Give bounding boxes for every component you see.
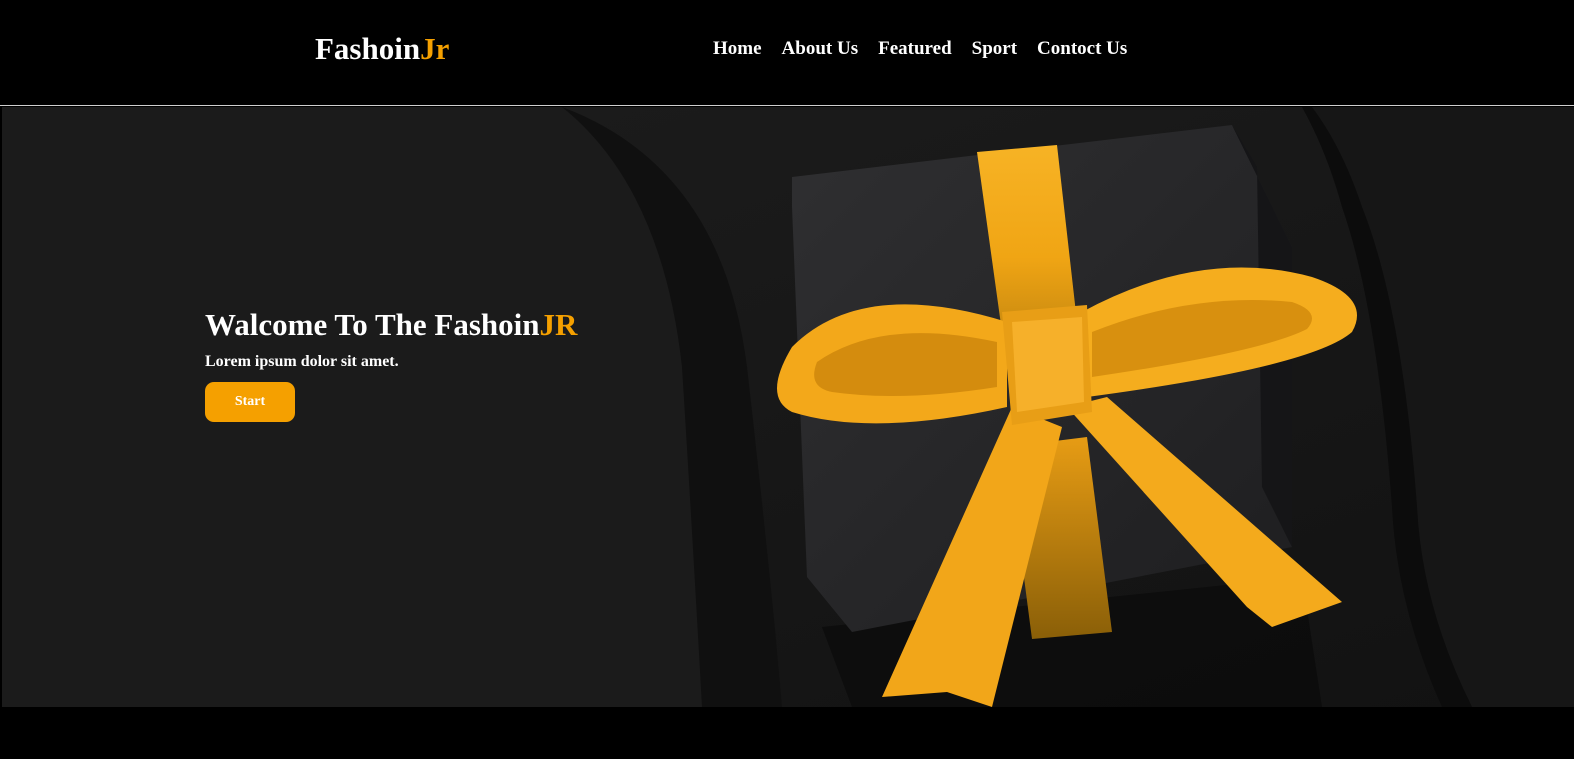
page: FashoinJr Home About Us Featured Sport C…	[0, 0, 1574, 759]
nav-link-contact-us[interactable]: Contoct Us	[1037, 36, 1127, 62]
site-logo[interactable]: FashoinJr	[315, 30, 449, 68]
main-nav: Home About Us Featured Sport Contoct Us	[713, 36, 1127, 62]
start-button[interactable]: Start	[205, 382, 295, 422]
logo-text-main: Fashoin	[315, 31, 421, 66]
hero-subtitle: Lorem ipsum dolor sit amet.	[205, 353, 399, 370]
nav-link-about-us[interactable]: About Us	[782, 36, 859, 62]
site-header: FashoinJr Home About Us Featured Sport C…	[0, 0, 1574, 106]
nav-link-sport[interactable]: Sport	[972, 36, 1017, 62]
hero-title-accent: JR	[539, 307, 578, 342]
hero-section: Walcome To The FashoinJR Lorem ipsum dol…	[2, 107, 1574, 707]
nav-link-home[interactable]: Home	[713, 36, 762, 62]
hero-title-main: Walcome To The Fashoin	[205, 307, 540, 342]
footer-band	[0, 707, 1574, 759]
hero-title: Walcome To The FashoinJR	[205, 305, 577, 345]
logo-text-accent: Jr	[420, 31, 450, 66]
nav-link-featured[interactable]: Featured	[878, 36, 952, 62]
